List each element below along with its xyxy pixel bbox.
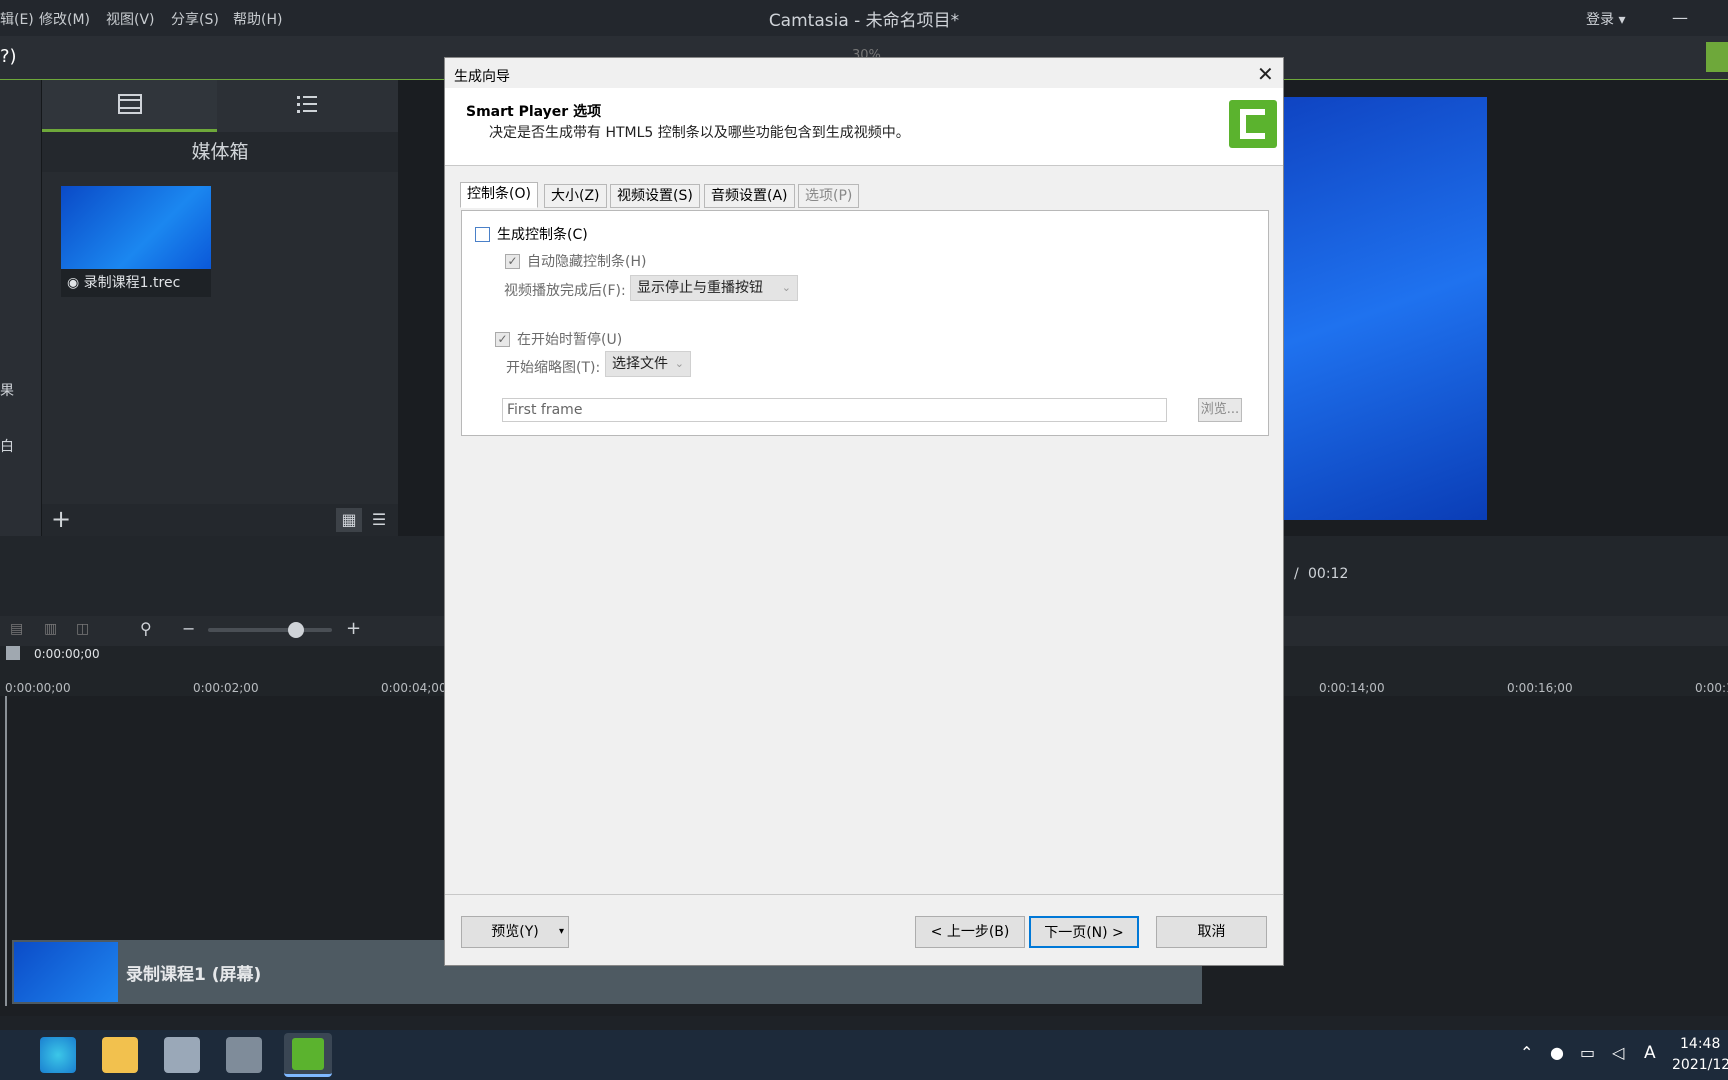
export-button[interactable] (1706, 42, 1728, 72)
ruler-label: 0:00:02;00 (193, 681, 259, 695)
network-icon[interactable]: ▭ (1580, 1043, 1595, 1062)
auto-hide-checkbox[interactable]: ✓ (505, 254, 520, 269)
split-icon[interactable]: ◫ (76, 621, 89, 637)
production-wizard-dialog: 生成向导 ✕ Smart Player 选项 决定是否生成带有 HTML5 控制… (444, 57, 1284, 966)
header-title: Smart Player 选项 (466, 104, 602, 120)
browse-button[interactable]: 浏览... (1198, 398, 1242, 422)
after-play-value: 显示停止与重播按钮 (637, 280, 763, 296)
dialog-header: Smart Player 选项 决定是否生成带有 HTML5 控制条以及哪些功能… (445, 88, 1283, 166)
preview-button-label: 预览(Y) (491, 924, 539, 940)
minimize-button[interactable]: — (1672, 8, 1688, 27)
media-bin-footer: + ▦ ☰ (42, 504, 398, 536)
tab-size[interactable]: 大小(Z) (544, 184, 607, 208)
tools-sidebar: 果 白 (0, 80, 42, 536)
close-icon[interactable]: ✕ (1257, 62, 1274, 86)
edge-icon[interactable] (40, 1037, 76, 1073)
details-view-icon[interactable]: ☰ (366, 508, 392, 532)
app-title: Camtasia - 未命名项目* (768, 11, 960, 31)
tray-chevron-icon[interactable]: ⌃ (1520, 1043, 1533, 1062)
sidebar-item-whiteboard[interactable]: 白 (0, 436, 14, 456)
camtasia-c-icon (1240, 109, 1265, 139)
chevron-down-icon: ⌄ (674, 357, 684, 370)
thumbnail-path-input[interactable]: First frame (502, 398, 1167, 422)
clip-title: 录制课程1 (屏幕) (126, 965, 262, 985)
zoom-slider-handle[interactable] (288, 622, 304, 638)
media-clip-label: ◉ 录制课程1.trec (61, 269, 211, 297)
ruler-label: 0:00:1 (1695, 681, 1728, 695)
camtasia-logo-icon (292, 1038, 324, 1070)
playhead-time: 0:00:00;00 (34, 647, 100, 661)
film-icon (118, 94, 142, 114)
next-button[interactable]: 下一页(N) > (1029, 916, 1139, 948)
thumbnail-label: 开始缩略图(T): (506, 360, 601, 376)
menu-bar: 辑(E) 修改(M) 视图(V) 分享(S) 帮助(H) Camtasia - … (0, 0, 1728, 36)
header-subtitle: 决定是否生成带有 HTML5 控制条以及哪些功能包含到生成视频中。 (489, 125, 910, 141)
time-separator: / (1294, 566, 1299, 582)
toolbar-fragment: ?) (0, 46, 17, 67)
dialog-title: 生成向导 (454, 69, 510, 85)
media-thumbnail[interactable] (61, 186, 211, 269)
copy-icon[interactable]: ▤ (10, 621, 23, 637)
clock-time: 14:48 (1680, 1036, 1721, 1052)
add-media-icon[interactable]: + (46, 504, 76, 536)
thumbnail-value: 选择文件 (612, 356, 668, 372)
dropdown-arrow-icon: ▾ (558, 926, 564, 937)
login-button[interactable]: 登录 ▾ (1586, 9, 1625, 29)
file-explorer-icon[interactable] (102, 1037, 138, 1073)
list-icon[interactable] (297, 95, 317, 115)
thumbnail-select[interactable]: 选择文件 ⌄ (605, 351, 691, 377)
media-bin-title: 媒体箱 (42, 132, 398, 172)
zoom-slider[interactable] (208, 628, 332, 632)
playhead-handle[interactable] (6, 646, 20, 660)
search-icon[interactable]: ⚲ (140, 619, 152, 638)
preview-button[interactable]: 预览(Y) ▾ (461, 916, 569, 948)
cancel-button[interactable]: 取消 (1156, 916, 1267, 948)
playhead-line (5, 696, 7, 1006)
sidebar-item-effects[interactable]: 果 (0, 380, 14, 400)
tab-controls[interactable]: 控制条(O) (460, 182, 538, 208)
tab-options[interactable]: 选项(P) (798, 184, 860, 208)
dialog-footer: 预览(Y) ▾ < 上一步(B) 下一页(N) > 取消 (445, 894, 1283, 966)
clock[interactable]: 14:48 2021/12 (1672, 1034, 1728, 1076)
camtasia-taskbar-icon[interactable] (284, 1033, 332, 1077)
ruler-label: 0:00:14;00 (1319, 681, 1385, 695)
canvas-preview[interactable] (1280, 97, 1487, 520)
zoom-out-icon[interactable]: − (182, 619, 195, 638)
ruler-label: 0:00:04;00 (381, 681, 447, 695)
clip-thumbnail (14, 942, 118, 1002)
pause-start-label: 在开始时暂停(U) (517, 332, 623, 348)
ime-indicator[interactable]: A (1644, 1043, 1656, 1063)
pause-start-checkbox[interactable]: ✓ (495, 332, 510, 347)
grid-view-icon[interactable]: ▦ (336, 508, 362, 532)
auto-hide-label: 自动隐藏控制条(H) (527, 254, 647, 270)
camtasia-logo (1229, 100, 1277, 148)
back-button[interactable]: < 上一步(B) (915, 916, 1025, 948)
microphone-icon[interactable]: ● (1550, 1043, 1564, 1062)
gen-controls-label[interactable]: 生成控制条(C) (497, 224, 588, 244)
zoom-in-icon[interactable]: + (346, 618, 361, 639)
tab-audio-settings[interactable]: 音频设置(A) (704, 184, 795, 208)
media-bin-panel: 媒体箱 ◉ 录制课程1.trec + ▦ ☰ (42, 80, 398, 536)
volume-icon[interactable]: ◁ (1612, 1043, 1624, 1062)
after-play-label: 视频播放完成后(F): (504, 283, 626, 299)
after-play-select[interactable]: 显示停止与重播按钮 ⌄ (630, 275, 798, 301)
clock-date: 2021/12 (1672, 1057, 1728, 1073)
media-tabs (42, 80, 398, 132)
recorder-icon[interactable] (226, 1037, 262, 1073)
gen-controls-checkbox[interactable] (475, 227, 490, 242)
chevron-down-icon: ⌄ (781, 281, 791, 294)
paste-icon[interactable]: ▥ (44, 621, 57, 637)
ruler-label: 0:00:16;00 (1507, 681, 1573, 695)
tab-media-bin[interactable] (42, 80, 217, 132)
ruler-label: 0:00:00;00 (5, 681, 71, 695)
tab-video-settings[interactable]: 视频设置(S) (610, 184, 700, 208)
app-icon[interactable] (164, 1037, 200, 1073)
total-time: 00:12 (1308, 566, 1349, 582)
